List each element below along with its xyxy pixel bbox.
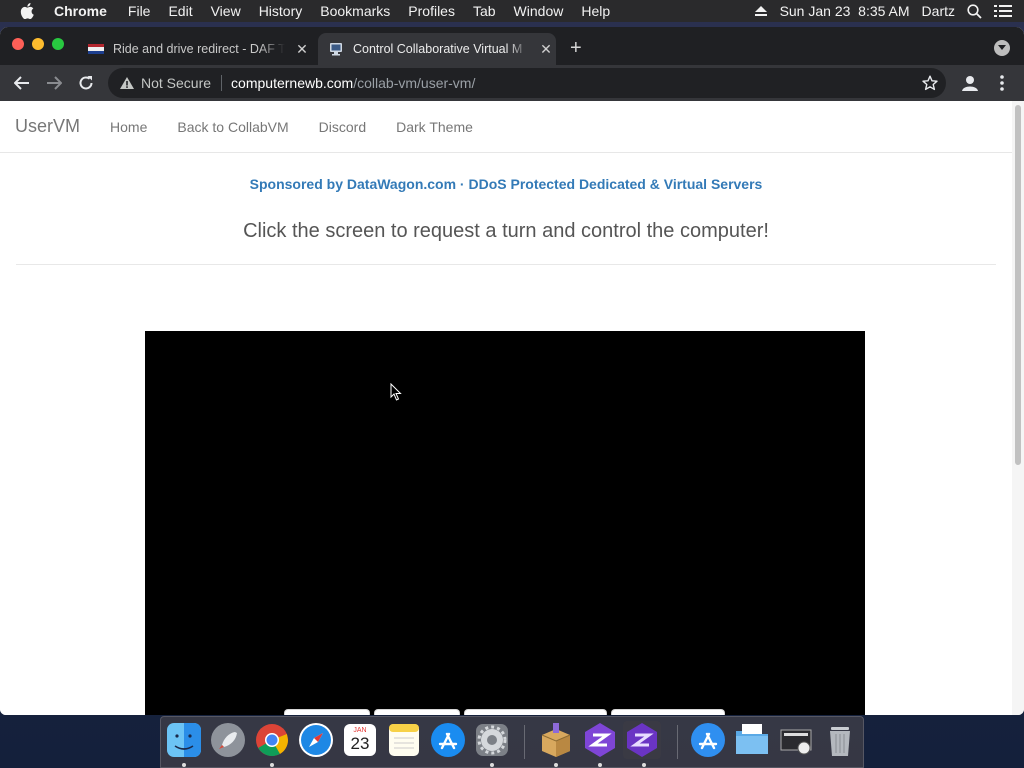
trash-icon[interactable]	[821, 721, 859, 759]
back-arrow-icon[interactable]	[12, 73, 32, 93]
window-controls	[12, 38, 72, 50]
screenshot-stack-icon[interactable]	[777, 721, 815, 759]
minimize-window-button[interactable]	[32, 38, 44, 50]
user-name[interactable]: Dartz	[922, 3, 955, 19]
nav-discord-link[interactable]: Discord	[319, 119, 366, 135]
clock[interactable]: Sun Jan 23 8:35 AM	[780, 3, 910, 19]
content-divider	[16, 264, 996, 265]
dock: JAN 23	[160, 716, 864, 768]
mouse-cursor-icon	[390, 382, 402, 406]
launchpad-rocket-icon[interactable]	[209, 721, 247, 759]
safari-compass-icon[interactable]	[297, 721, 335, 759]
close-tab-icon[interactable]: ✕	[295, 41, 309, 58]
menu-app-chrome[interactable]: Chrome	[54, 3, 107, 19]
calendar-month: JAN	[353, 727, 367, 734]
profile-avatar-icon[interactable]	[960, 73, 980, 93]
vm-display-screen[interactable]	[145, 331, 865, 715]
installer-package-icon[interactable]	[537, 721, 575, 759]
collabvm-favicon-icon	[328, 41, 344, 57]
running-indicator	[490, 763, 494, 767]
close-tab-icon[interactable]: ✕	[539, 41, 553, 58]
address-divider	[221, 75, 223, 91]
menu-profiles[interactable]: Profiles	[408, 3, 455, 19]
purple-app-icon[interactable]	[581, 721, 619, 759]
sponsor-link[interactable]: Sponsored by DataWagon.com · DDoS Protec…	[0, 176, 1012, 192]
running-indicator	[642, 763, 646, 767]
tab-search-chevron-icon[interactable]	[994, 40, 1010, 56]
nav-home-link[interactable]: Home	[110, 119, 147, 135]
reload-icon[interactable]	[76, 73, 96, 93]
url-host: computernewb.com	[231, 75, 354, 91]
dock-separator	[677, 725, 678, 759]
apple-menu-icon[interactable]	[20, 3, 40, 19]
menu-tab[interactable]: Tab	[473, 3, 496, 19]
new-tab-plus-icon[interactable]: +	[570, 37, 582, 60]
daf-favicon-icon	[88, 41, 104, 57]
vm-control-button[interactable]	[284, 709, 370, 715]
eject-icon[interactable]	[754, 5, 768, 17]
bookmark-star-icon[interactable]	[922, 75, 938, 94]
scrollbar-thumb[interactable]	[1015, 105, 1021, 465]
browser-window: Ride and drive redirect - DAF T ✕ Contro…	[0, 27, 1024, 715]
menu-file[interactable]: File	[128, 3, 151, 19]
purple-app-icon-selected[interactable]	[623, 721, 661, 759]
tab-title: Ride and drive redirect - DAF T	[113, 42, 285, 56]
control-center-icon[interactable]	[994, 4, 1012, 18]
tab-title: Control Collaborative Virtual M	[353, 42, 523, 56]
folder-icon[interactable]	[733, 721, 771, 759]
menu-view[interactable]: View	[211, 3, 241, 19]
running-indicator	[598, 763, 602, 767]
address-bar[interactable]: Not Secure computernewb.com/collab-vm/us…	[108, 68, 946, 98]
tab-daf[interactable]: Ride and drive redirect - DAF T ✕	[88, 33, 309, 65]
menu-bar: Chrome File Edit View History Bookmarks …	[0, 0, 1024, 22]
url-path: /collab-vm/user-vm/	[353, 75, 476, 91]
menu-edit[interactable]: Edit	[168, 3, 192, 19]
running-indicator	[554, 763, 558, 767]
nav-dark-theme-link[interactable]: Dark Theme	[396, 119, 473, 135]
turn-instructions: Click the screen to request a turn and c…	[243, 220, 769, 242]
vm-control-button[interactable]	[374, 709, 460, 715]
calendar-day: 23	[350, 734, 370, 753]
chrome-icon[interactable]	[253, 721, 291, 759]
close-window-button[interactable]	[12, 38, 24, 50]
menu-help[interactable]: Help	[581, 3, 610, 19]
fullscreen-window-button[interactable]	[52, 38, 64, 50]
dock-separator	[524, 725, 525, 759]
security-status[interactable]: Not Secure	[141, 75, 211, 91]
chrome-menu-kebab-icon[interactable]	[995, 73, 1009, 93]
forward-arrow-icon[interactable]	[44, 73, 64, 93]
system-preferences-gear-icon[interactable]	[473, 721, 511, 759]
vm-control-button[interactable]	[611, 709, 725, 715]
vm-control-button[interactable]	[464, 709, 607, 715]
calendar-icon[interactable]: JAN 23	[341, 721, 379, 759]
menu-history[interactable]: History	[259, 3, 303, 19]
tab-collabvm-active[interactable]: Control Collaborative Virtual M ✕	[318, 33, 556, 65]
warning-triangle-icon[interactable]	[119, 76, 135, 90]
web-page: UserVM Home Back to CollabVM Discord Dar…	[0, 101, 1012, 715]
app-store-folder-icon[interactable]	[689, 721, 727, 759]
tab-strip: Ride and drive redirect - DAF T ✕ Contro…	[0, 27, 1024, 65]
app-store-icon[interactable]	[429, 721, 467, 759]
site-navbar: UserVM Home Back to CollabVM Discord Dar…	[0, 101, 1012, 153]
menu-bookmarks[interactable]: Bookmarks	[320, 3, 390, 19]
browser-toolbar: Not Secure computernewb.com/collab-vm/us…	[0, 65, 1024, 101]
running-indicator	[270, 763, 274, 767]
menu-window[interactable]: Window	[514, 3, 564, 19]
running-indicator	[182, 763, 186, 767]
nav-back-to-collabvm-link[interactable]: Back to CollabVM	[177, 119, 288, 135]
page-scrollbar[interactable]	[1012, 101, 1024, 715]
finder-icon[interactable]	[165, 721, 203, 759]
spotlight-search-icon[interactable]	[967, 3, 982, 19]
site-brand[interactable]: UserVM	[15, 116, 80, 137]
notes-icon[interactable]	[385, 721, 423, 759]
